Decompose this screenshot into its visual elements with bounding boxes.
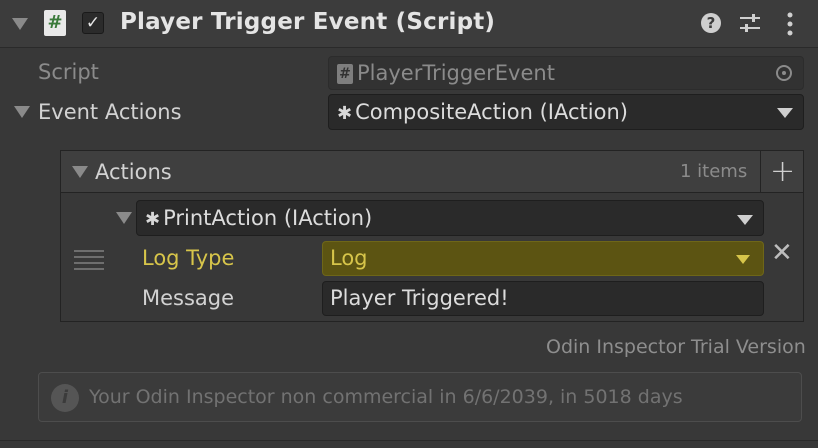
log-type-dropdown[interactable]: Log [322,241,764,276]
actions-foldout-icon[interactable] [72,166,88,178]
component-title: Player Trigger Event (Script) [120,9,496,35]
license-info-text: Your Odin Inspector non commercial in 6/… [89,386,683,408]
script-label: Script [38,60,99,84]
collapse-arrow-icon[interactable] [12,18,28,30]
add-item-button[interactable]: + [770,157,795,187]
print-action-dropdown[interactable]: ✱ PrintAction (IAction) [136,200,764,236]
print-action-value: PrintAction (IAction) [163,206,373,230]
dropdown-arrow-icon [736,255,750,264]
object-picker-icon[interactable] [776,65,792,81]
hash-icon: # [337,64,353,84]
license-info-box: i Your Odin Inspector non commercial in … [38,372,802,422]
puzzle-icon: ✱ [337,103,353,124]
puzzle-icon: ✱ [145,209,161,230]
remove-item-button[interactable]: ✕ [771,240,793,266]
trial-notice: Odin Inspector Trial Version [546,336,806,358]
script-field[interactable]: # PlayerTriggerEvent [328,56,804,90]
event-actions-label[interactable]: Event Actions [38,100,182,124]
message-label: Message [142,286,235,310]
info-icon: i [51,384,79,412]
event-actions-foldout-icon[interactable] [14,106,30,118]
sliders-icon[interactable] [738,12,762,34]
script-value: PlayerTriggerEvent [357,61,555,85]
enabled-checkbox[interactable]: ✓ [82,12,104,34]
bottom-divider [0,440,818,441]
log-type-label: Log Type [142,246,235,270]
log-type-value: Log [330,246,368,270]
event-actions-dropdown[interactable]: ✱ CompositeAction (IAction) [328,94,804,130]
script-icon: # [44,10,66,36]
message-input[interactable]: Player Triggered! [322,281,764,316]
item-foldout-icon[interactable] [116,212,132,224]
actions-label[interactable]: Actions [95,160,172,184]
help-icon[interactable]: ? [701,13,721,33]
message-value: Player Triggered! [330,286,509,310]
drag-handle-icon[interactable] [74,250,104,274]
items-count: 1 items [680,161,748,182]
dropdown-arrow-icon [777,108,793,118]
event-actions-value: CompositeAction (IAction) [355,100,628,124]
kebab-icon[interactable] [786,12,794,36]
header-divider [760,151,761,193]
dropdown-arrow-icon [737,215,753,225]
